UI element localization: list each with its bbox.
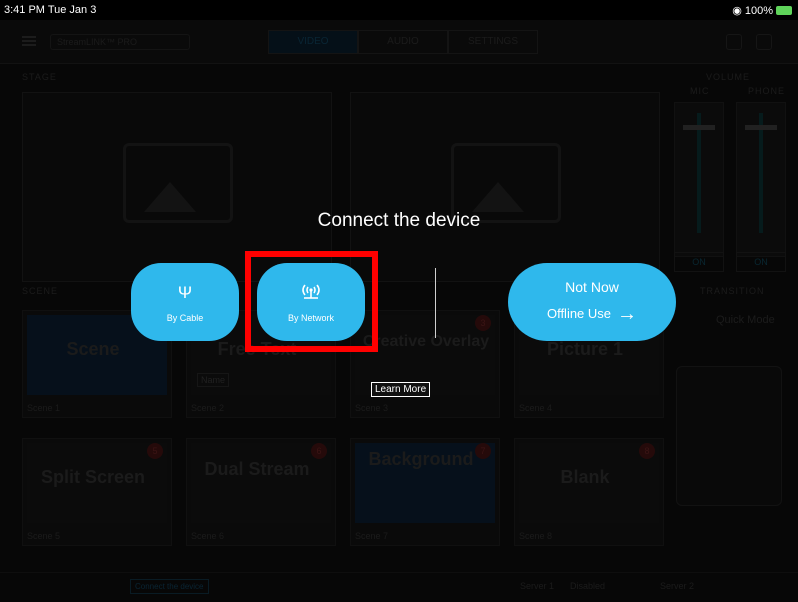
arrow-right-icon: → (617, 303, 638, 325)
status-time: 3:41 PM Tue Jan 3 (4, 4, 97, 16)
status-right: ◉ 100% (732, 4, 792, 17)
learn-more-button[interactable]: Learn More (371, 382, 431, 397)
usb-icon: Ψ (177, 283, 193, 302)
connect-overlay (0, 20, 798, 602)
dialog-title: Connect the device (317, 210, 481, 231)
highlight-frame (245, 251, 378, 352)
by-cable-label: By Cable (166, 313, 204, 323)
not-now-button[interactable]: Not Now Offline Use → (508, 263, 676, 341)
divider-line (435, 268, 436, 338)
battery-percent: 100% (744, 4, 773, 17)
battery-icon (776, 6, 792, 15)
status-bar: 3:41 PM Tue Jan 3 ◉ 100% (0, 0, 798, 20)
by-cable-button[interactable]: Ψ By Cable (131, 263, 239, 341)
offline-use-label: Offline Use (546, 306, 612, 321)
not-now-label: Not Now (565, 279, 619, 295)
offline-use-row: Offline Use → (508, 303, 676, 326)
wifi-icon: ◉ (732, 5, 742, 17)
